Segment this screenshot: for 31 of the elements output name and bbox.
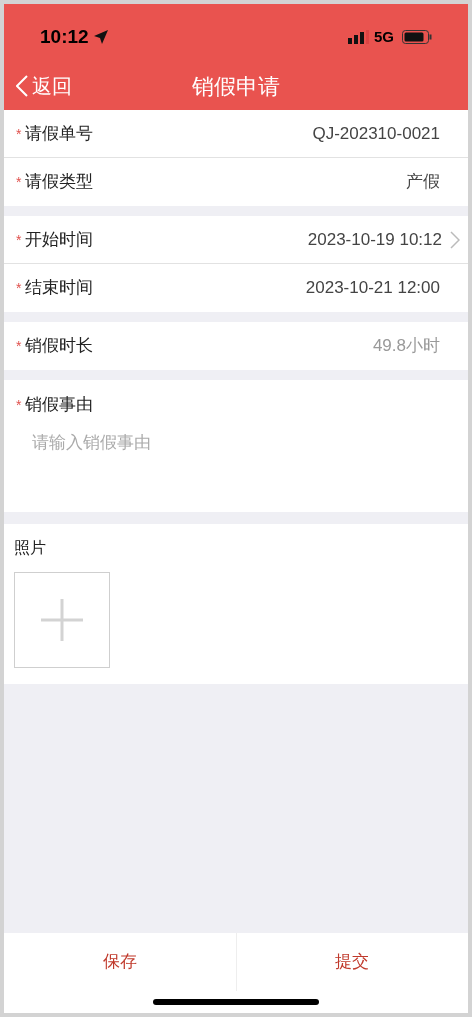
field-label: 销假事由 (25, 394, 94, 416)
action-button[interactable]: 保存 (4, 933, 236, 991)
required-mark: * (16, 173, 22, 192)
photo-label: 照片 (14, 538, 47, 558)
page-title: 销假申请 (192, 72, 280, 101)
field-label: 请假单号 (25, 122, 94, 145)
field-label: 请假类型 (25, 171, 94, 194)
field-label: 结束时间 (25, 277, 94, 300)
signal-icon (348, 30, 370, 44)
field-value: 49.8小时 (372, 335, 440, 358)
required-mark: * (16, 279, 22, 298)
required-mark: * (16, 395, 22, 415)
status-time: 10:12 (40, 24, 89, 49)
back-button[interactable]: 返回 (4, 71, 72, 101)
network-label: 5G (374, 26, 394, 47)
battery-icon (402, 30, 432, 44)
field-value[interactable]: 2023-10-19 10:12 (307, 226, 442, 253)
plus-icon (41, 599, 83, 641)
required-mark: * (16, 337, 22, 356)
field-value: QJ-202310-0021 (312, 122, 440, 145)
field-value: 2023-10-21 12:00 (305, 277, 440, 300)
field-value: 产假 (406, 171, 440, 194)
action-button[interactable]: 提交 (235, 933, 468, 991)
field-label: 销假时长 (25, 335, 94, 358)
add-photo-button[interactable] (14, 572, 110, 668)
required-mark: * (16, 124, 22, 144)
location-arrow-icon (92, 29, 109, 45)
reason-input-field[interactable]: 请输入销假事由 (4, 429, 468, 512)
field-label: 开始时间 (25, 228, 94, 251)
required-mark: * (16, 230, 22, 250)
chevron-left-icon (16, 75, 28, 97)
